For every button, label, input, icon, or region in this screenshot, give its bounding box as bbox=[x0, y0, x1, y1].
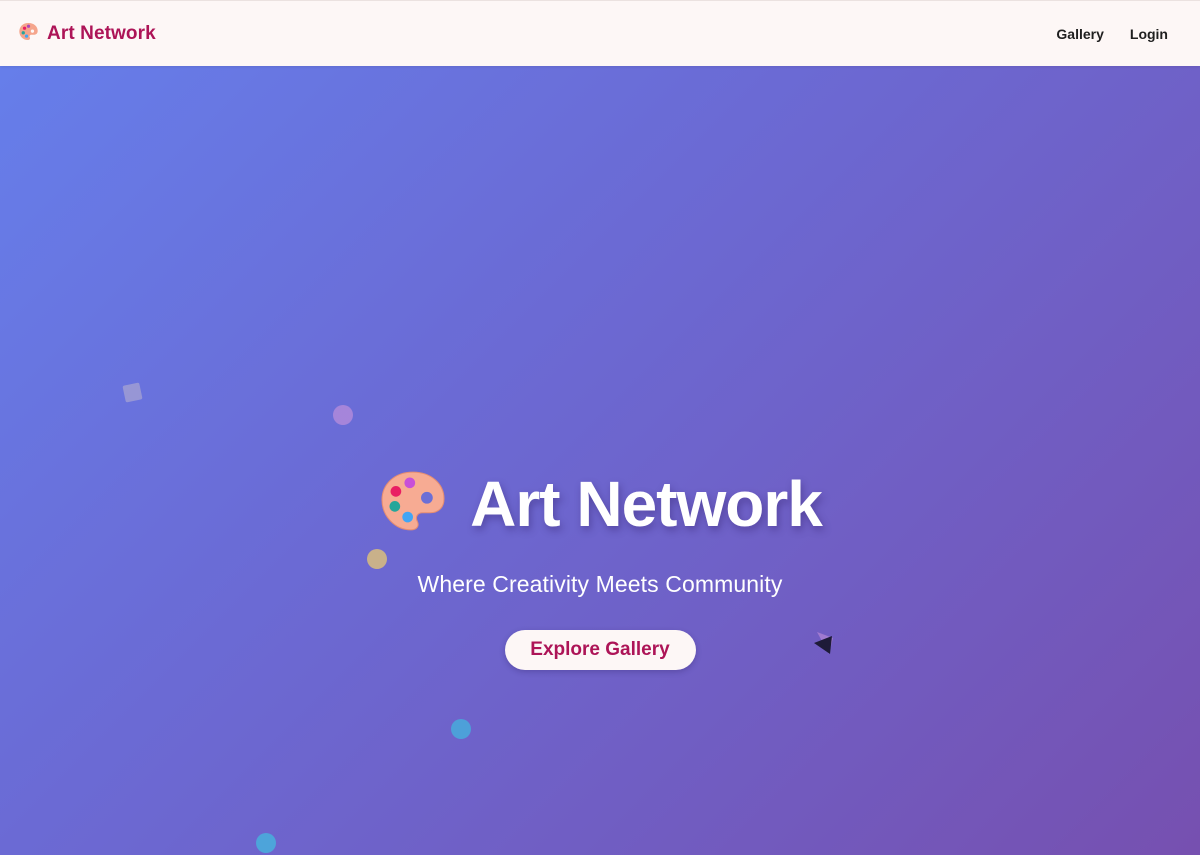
nav-links: Gallery Login bbox=[1056, 26, 1168, 42]
decorative-square bbox=[122, 382, 143, 403]
explore-gallery-button[interactable]: Explore Gallery bbox=[504, 630, 696, 670]
decorative-dot bbox=[256, 833, 276, 853]
palette-icon bbox=[18, 21, 39, 47]
hero-title-row: Art Network bbox=[378, 467, 823, 540]
hero-content: Art Network Where Creativity Meets Commu… bbox=[0, 470, 1200, 670]
hero-section: Art Network Where Creativity Meets Commu… bbox=[0, 66, 1200, 855]
decorative-dot bbox=[333, 405, 353, 425]
navbar: Art Network Gallery Login bbox=[0, 0, 1200, 66]
hero-title: Art Network bbox=[470, 467, 823, 540]
palette-icon bbox=[378, 470, 448, 537]
decorative-dot bbox=[451, 719, 471, 739]
nav-link-login[interactable]: Login bbox=[1130, 26, 1168, 42]
page: Art Network Gallery Login Art Network Wh… bbox=[0, 0, 1200, 855]
hero-subtitle: Where Creativity Meets Community bbox=[417, 571, 783, 597]
brand-name: Art Network bbox=[47, 22, 156, 44]
brand-link[interactable]: Art Network bbox=[18, 21, 156, 47]
nav-link-gallery[interactable]: Gallery bbox=[1056, 26, 1103, 42]
